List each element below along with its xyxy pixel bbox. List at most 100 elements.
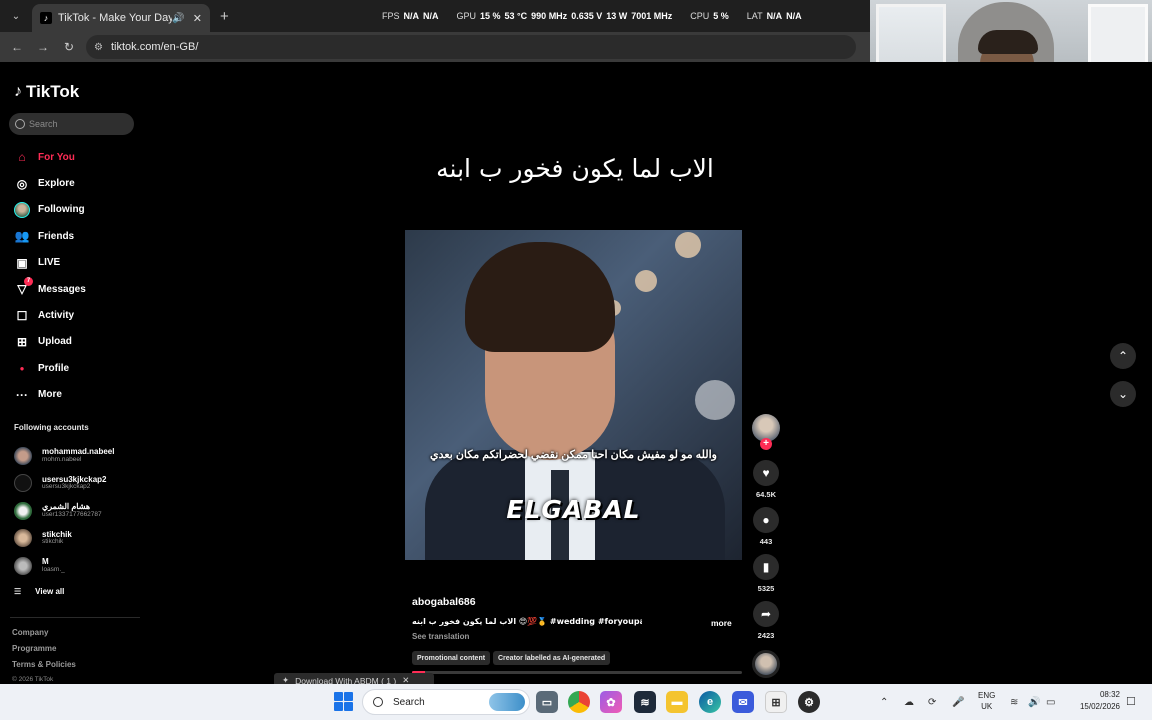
account-handle: mohm.nabeel	[42, 455, 82, 463]
gpu-clock: 990 MHz	[531, 11, 568, 21]
sidebar-nav: ⌂ For You ◎ Explore Following 👥 Friends …	[0, 144, 148, 408]
site-info-icon[interactable]: ⚙	[94, 42, 103, 53]
volume-icon[interactable]: 🔊	[1028, 684, 1040, 720]
account-item[interactable]: usersu3kjkckap2 usersu3kjkckap2	[14, 470, 144, 498]
tiktok-logo[interactable]: ♪ TikTok	[14, 82, 79, 102]
microphone-icon[interactable]: 🎤	[952, 684, 964, 720]
windows-start-icon[interactable]	[334, 692, 353, 711]
profile-icon: ●	[19, 363, 25, 373]
account-item[interactable]: هشام الشمري user1337177662787	[14, 497, 144, 525]
nav-item-friends[interactable]: 👥 Friends	[0, 223, 148, 249]
tab-close-icon[interactable]: ✕	[193, 12, 202, 25]
nav-item-live[interactable]: ▣ LIVE	[0, 250, 148, 276]
footer-programme-link[interactable]: Programme	[12, 641, 76, 657]
account-handle: stikchik	[42, 538, 64, 546]
share-arrow-icon[interactable]: ➦	[753, 601, 779, 627]
nav-item-profile[interactable]: ● Profile	[0, 355, 148, 381]
video-author[interactable]: abogabal686	[412, 596, 476, 608]
nav-label: Upload	[38, 336, 72, 348]
search-icon	[15, 119, 25, 129]
nav-item-messages[interactable]: ▽ 7 Messages	[0, 276, 148, 302]
tiktok-note-icon: ♪	[14, 83, 22, 100]
task-view-icon[interactable]: ▭	[536, 691, 558, 713]
messages-badge: 7	[24, 277, 33, 287]
see-translation-link[interactable]: See translation	[412, 632, 469, 641]
taskbar-search[interactable]: Search	[362, 689, 530, 715]
nav-label: Following	[38, 204, 85, 216]
view-all-link[interactable]: ☰ View all	[14, 587, 64, 596]
more-icon: ···	[16, 387, 28, 402]
fps-label: FPS	[382, 11, 400, 21]
footer-company-link[interactable]: Company	[12, 625, 76, 641]
new-tab-plus-icon[interactable]: +	[220, 8, 229, 25]
nav-item-activity[interactable]: ☐ Activity	[0, 302, 148, 328]
sidebar-footer: Company Programme Terms & Policies © 202…	[12, 625, 76, 687]
account-item[interactable]: stikchik stikchik	[14, 525, 144, 553]
comment-icon[interactable]: ●	[753, 507, 779, 533]
gpu-temp: 53 °C	[504, 11, 528, 21]
footer-terms-link[interactable]: Terms & Policies	[12, 657, 76, 673]
forward-arrow-icon[interactable]: →	[34, 38, 52, 56]
copilot-icon[interactable]: ✿	[600, 691, 622, 713]
edge-icon[interactable]: e	[699, 691, 721, 713]
nav-item-following[interactable]: Following	[0, 197, 148, 223]
more-button[interactable]: more	[711, 618, 732, 628]
gpu-label: GPU	[456, 11, 477, 21]
follow-plus-icon[interactable]: +	[760, 438, 772, 450]
language-indicator[interactable]: ENG UK	[978, 690, 995, 712]
share-action[interactable]: ➦ 2423	[752, 601, 780, 640]
notification-bell-icon[interactable]: ☐	[1126, 695, 1136, 708]
reload-icon[interactable]: ↻	[60, 38, 78, 56]
nav-label: Messages	[38, 283, 86, 295]
like-action[interactable]: ♥ 64.5K	[752, 460, 780, 499]
chrome-icon[interactable]	[568, 691, 590, 713]
back-arrow-icon[interactable]: ←	[8, 38, 26, 56]
onedrive-icon[interactable]: ☁	[904, 684, 914, 720]
nav-label: Friends	[38, 230, 75, 242]
nav-label: LIVE	[38, 257, 61, 269]
outlook-icon[interactable]: ✉	[732, 691, 754, 713]
app-icon[interactable]: ⚙	[798, 691, 820, 713]
account-item[interactable]: Mloasm._	[14, 552, 144, 580]
url-field[interactable]: ⚙ tiktok.com/en-GB/	[86, 35, 856, 59]
nav-item-upload[interactable]: ⊞ Upload	[0, 329, 148, 355]
video-progress-bar[interactable]	[412, 671, 742, 674]
clock[interactable]: 08:32 15/02/2026	[1072, 689, 1120, 713]
store-icon[interactable]: ⊞	[765, 691, 787, 713]
activity-icon: ☐	[16, 308, 28, 323]
comment-count: 443	[759, 537, 773, 546]
chevron-up-icon[interactable]: ⌃	[1110, 343, 1136, 369]
speaker-icon[interactable]: 🔊	[172, 13, 184, 24]
video-overlay-caption: الاب لما يكون فخور ب ابنه	[436, 154, 714, 183]
tab-search-chevron-icon[interactable]: ⌄	[6, 6, 26, 26]
comment-action[interactable]: ● 443	[752, 507, 780, 546]
heart-icon[interactable]: ♥	[753, 460, 779, 486]
chevron-up-tray-icon[interactable]: ⌃	[880, 684, 888, 720]
account-item[interactable]: mohammad.nabeel mohm.nabeel	[14, 442, 144, 470]
gpu-volt: 0.635 V	[571, 11, 603, 21]
video-player[interactable]: والله مو لو مفيش مكان احنا ممكن نقضي لحض…	[405, 230, 742, 560]
following-accounts-header: Following accounts	[14, 423, 89, 432]
music-disc-icon[interactable]	[752, 650, 780, 678]
save-count: 5325	[757, 584, 775, 593]
search-box[interactable]	[9, 113, 134, 135]
address-bar-row: ← → ↻ ⚙ tiktok.com/en-GB/	[0, 32, 870, 62]
nav-item-explore[interactable]: ◎ Explore	[0, 170, 148, 196]
browser-tab[interactable]: ♪ TikTok - Make Your Day 🔊 ✕	[32, 4, 210, 32]
bookmark-icon[interactable]: ▮	[753, 554, 779, 580]
file-explorer-icon[interactable]: ▬	[666, 691, 688, 713]
avatar	[14, 501, 32, 520]
nav-label: More	[38, 389, 62, 401]
battery-icon[interactable]: ▭	[1046, 684, 1055, 720]
save-action[interactable]: ▮ 5325	[752, 554, 780, 593]
ai-generated-chip[interactable]: Creator labelled as AI-generated	[493, 651, 611, 665]
promotional-content-chip[interactable]: Promotional content	[412, 651, 491, 665]
nav-item-for-you[interactable]: ⌂ For You	[0, 144, 148, 170]
avatar	[14, 474, 32, 493]
search-input[interactable]	[29, 119, 119, 129]
wifi-icon[interactable]: ≋	[1010, 684, 1018, 720]
sync-icon[interactable]: ⟳	[928, 684, 936, 720]
terminal-icon[interactable]: ≋	[634, 691, 656, 713]
nav-item-more[interactable]: ··· More	[0, 382, 148, 408]
chevron-down-icon[interactable]: ⌄	[1110, 381, 1136, 407]
